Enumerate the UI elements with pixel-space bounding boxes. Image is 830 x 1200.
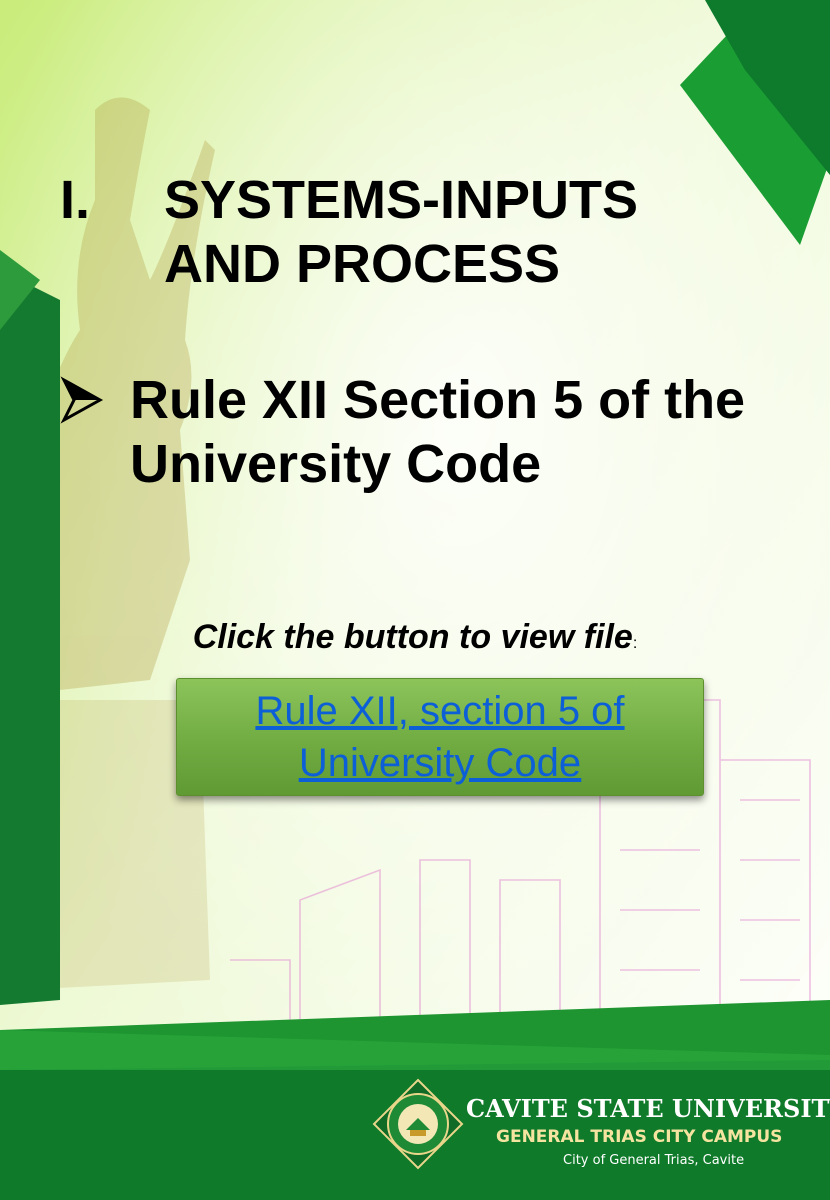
bullet-line1: Rule XII Section 5 of the	[130, 370, 746, 430]
arrow-bullet-icon	[60, 368, 104, 450]
section-title-line2: AND PROCESS	[164, 234, 561, 294]
prompt-text: Click the button to view file	[192, 618, 633, 656]
bullet-line2: University Code	[130, 434, 542, 494]
prompt-colon: :	[632, 635, 638, 652]
campus-name: GENERAL TRIAS CITY CAMPUS	[496, 1127, 783, 1147]
university-seal-icon	[372, 1078, 464, 1170]
section-title: SYSTEMS-INPUTS AND PROCESS	[164, 168, 724, 296]
view-file-link[interactable]: Rule XII, section 5 of University Code	[220, 685, 660, 789]
section-title-line1: SYSTEMS-INPUTS	[164, 170, 639, 230]
bullet-text: Rule XII Section 5 of the University Cod…	[130, 368, 790, 496]
campus-location: City of General Trias, Cavite	[563, 1153, 745, 1168]
section-number: I.	[60, 170, 91, 230]
button-line1: Rule XII, section 5 of	[255, 689, 625, 733]
university-name: CAVITE STATE UNIVERSITY	[466, 1094, 830, 1123]
view-file-button[interactable]: Rule XII, section 5 of University Code	[176, 678, 704, 796]
view-file-prompt: Click the button to view file:	[0, 618, 830, 657]
button-line2: University Code	[298, 741, 582, 785]
